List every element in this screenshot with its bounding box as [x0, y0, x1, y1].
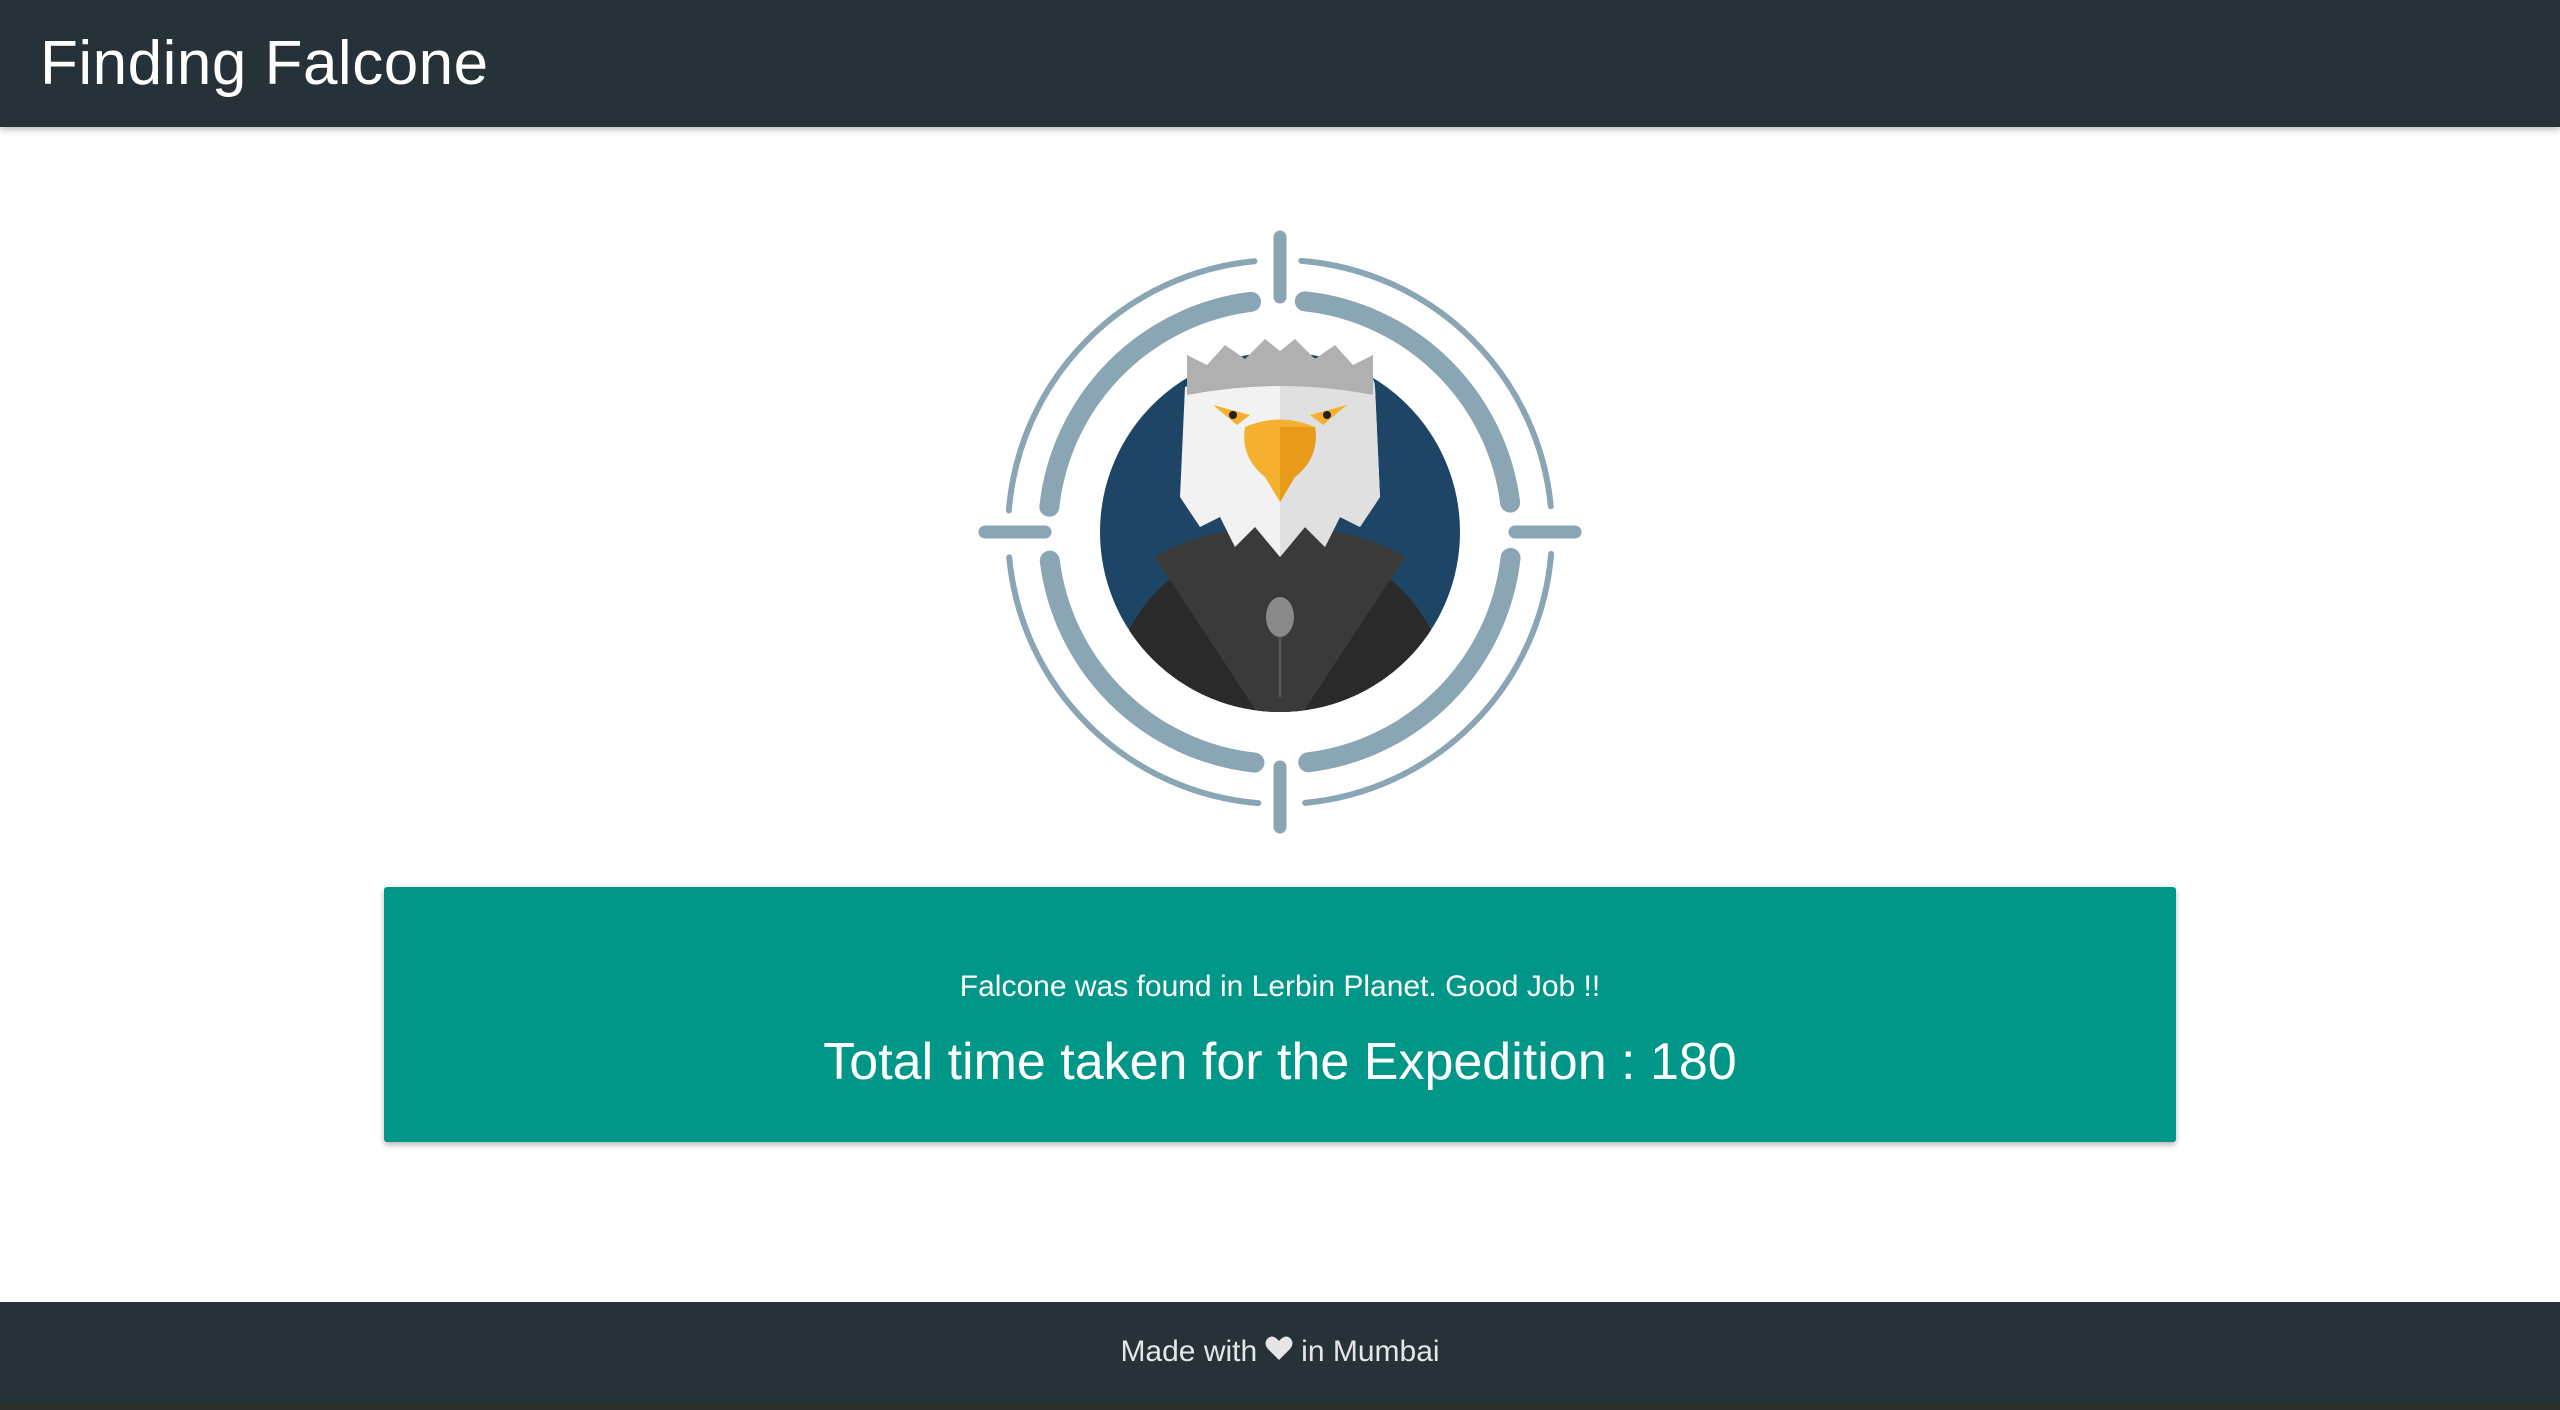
result-card: Falcone was found in Lerbin Planet. Good… [384, 887, 2176, 1142]
footer-suffix: in Mumbai [1301, 1335, 1440, 1368]
page-bottom-edge [0, 1402, 2560, 1410]
app-footer: Made with in Mumbai [0, 1302, 2560, 1402]
result-page: Falcone was found in Lerbin Planet. Good… [0, 127, 2560, 1302]
heart-icon [1265, 1335, 1293, 1369]
app-header: Finding Falcone [0, 0, 2560, 127]
app-title: Finding Falcone [40, 29, 489, 98]
expedition-time: Total time taken for the Expedition : 18… [823, 1033, 1737, 1091]
footer-prefix: Made with [1120, 1335, 1258, 1368]
falcon-target-icon [975, 227, 1585, 837]
result-message: Falcone was found in Lerbin Planet. Good… [959, 970, 1601, 1003]
